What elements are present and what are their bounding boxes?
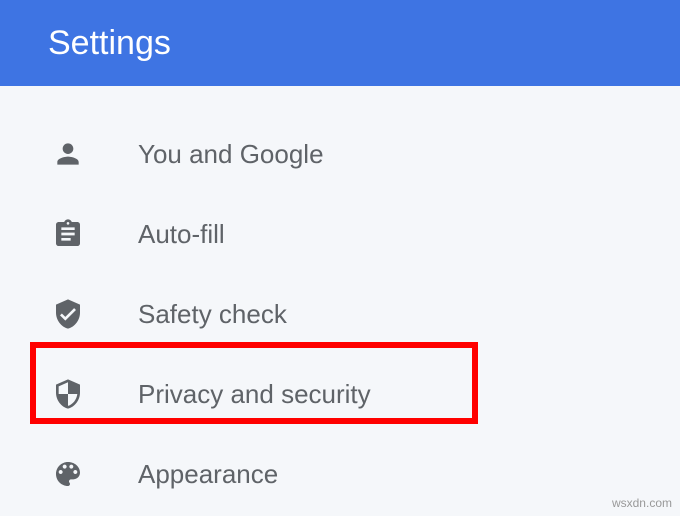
watermark: wsxdn.com — [612, 496, 672, 510]
shield-check-icon — [48, 294, 88, 334]
menu-item-label: Safety check — [138, 299, 287, 330]
clipboard-icon — [48, 214, 88, 254]
security-shield-icon — [48, 374, 88, 414]
menu-item-label: Privacy and security — [138, 379, 371, 410]
settings-menu: You and Google Auto-fill Safety check Pr… — [0, 86, 680, 514]
menu-item-safety-check[interactable]: Safety check — [0, 274, 680, 354]
person-icon — [48, 134, 88, 174]
header: Settings — [0, 0, 680, 86]
menu-item-label: Auto-fill — [138, 219, 225, 250]
menu-item-appearance[interactable]: Appearance — [0, 434, 680, 514]
menu-item-you-and-google[interactable]: You and Google — [0, 114, 680, 194]
menu-item-label: You and Google — [138, 139, 324, 170]
palette-icon — [48, 454, 88, 494]
menu-item-privacy-and-security[interactable]: Privacy and security — [0, 354, 680, 434]
page-title: Settings — [48, 24, 171, 63]
menu-item-auto-fill[interactable]: Auto-fill — [0, 194, 680, 274]
menu-item-label: Appearance — [138, 459, 278, 490]
